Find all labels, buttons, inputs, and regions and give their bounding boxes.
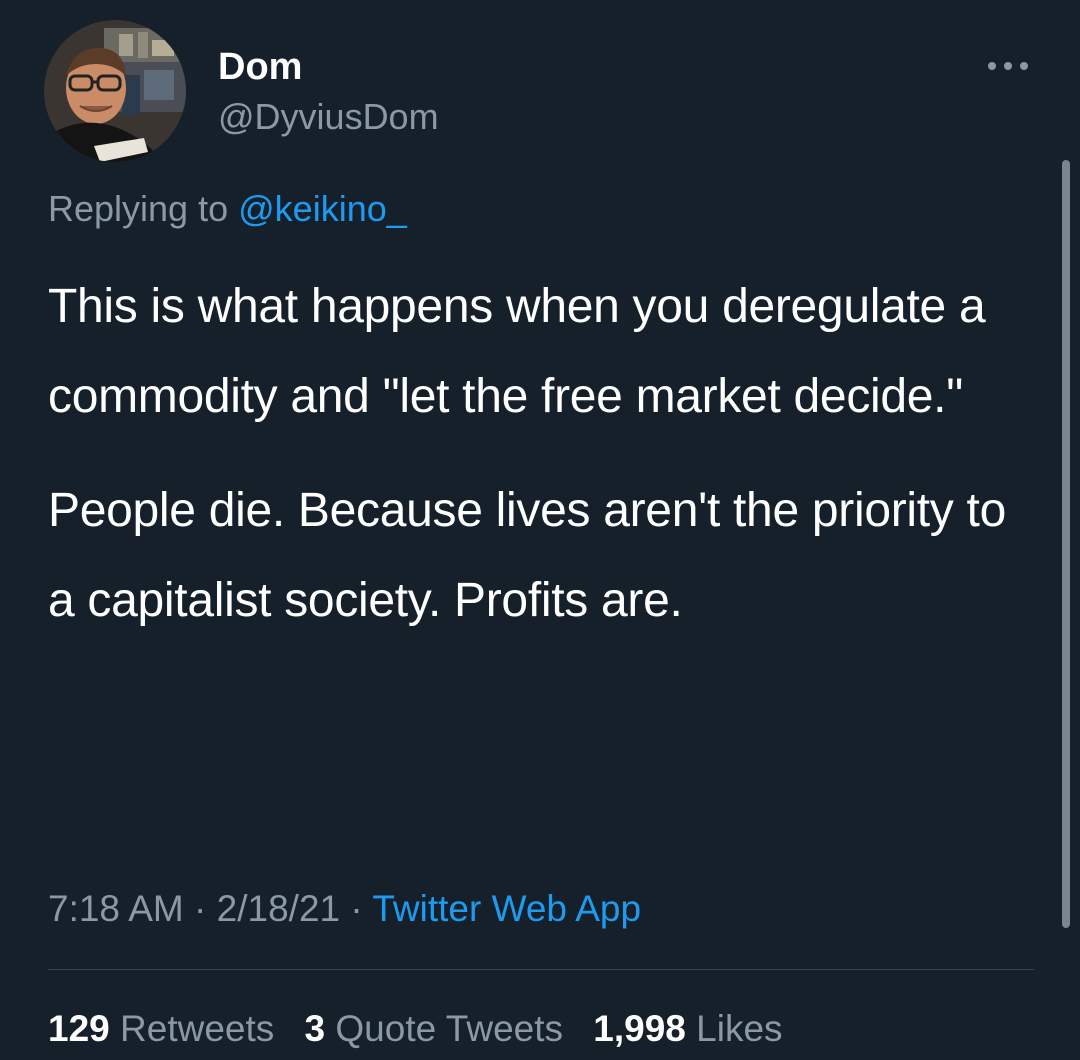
quote-tweets-label: Quote Tweets <box>335 1008 564 1049</box>
meta-separator: · <box>350 888 363 929</box>
retweets-label: Retweets <box>120 1008 275 1049</box>
replying-to-label: Replying to <box>48 188 229 229</box>
tweet-date[interactable]: 2/18/21 <box>217 888 340 929</box>
tweet-text: This is what happens when you deregulate… <box>48 262 1038 646</box>
avatar-photo-icon <box>44 20 186 162</box>
author-handle[interactable]: @DyviusDom <box>218 95 439 139</box>
likes-label: Likes <box>696 1008 783 1049</box>
engagement-stats: 129 Retweets 3 Quote Tweets 1,998 Likes <box>48 1006 803 1052</box>
tweet-metadata: 7:18 AM · 2/18/21 · Twitter Web App <box>48 886 641 932</box>
quote-tweets-count: 3 <box>304 1008 326 1049</box>
likes-count: 1,998 <box>593 1008 686 1049</box>
tweet-paragraph: This is what happens when you deregulate… <box>48 280 986 423</box>
replying-to-line: Replying to @keikino_ <box>48 186 407 232</box>
more-horizontal-icon[interactable] <box>986 56 1030 76</box>
tweet-source-link[interactable]: Twitter Web App <box>372 888 641 929</box>
replying-to-handle-link[interactable]: @keikino_ <box>238 188 407 229</box>
tweet-time[interactable]: 7:18 AM <box>48 888 184 929</box>
author-display-name[interactable]: Dom <box>218 44 302 90</box>
divider <box>48 969 1034 970</box>
meta-separator: · <box>194 888 207 929</box>
retweets-stat[interactable]: 129 Retweets <box>48 1008 274 1049</box>
tweet-paragraph: People die. Because lives aren't the pri… <box>48 484 1006 627</box>
likes-stat[interactable]: 1,998 Likes <box>593 1008 782 1049</box>
tweet-detail-view: Dom @DyviusDom Replying to @keikino_ Thi… <box>0 0 1080 1060</box>
author-avatar[interactable] <box>44 20 186 162</box>
scrollbar[interactable] <box>1062 160 1070 928</box>
retweets-count: 129 <box>48 1008 110 1049</box>
quote-tweets-stat[interactable]: 3 Quote Tweets <box>305 1008 563 1049</box>
